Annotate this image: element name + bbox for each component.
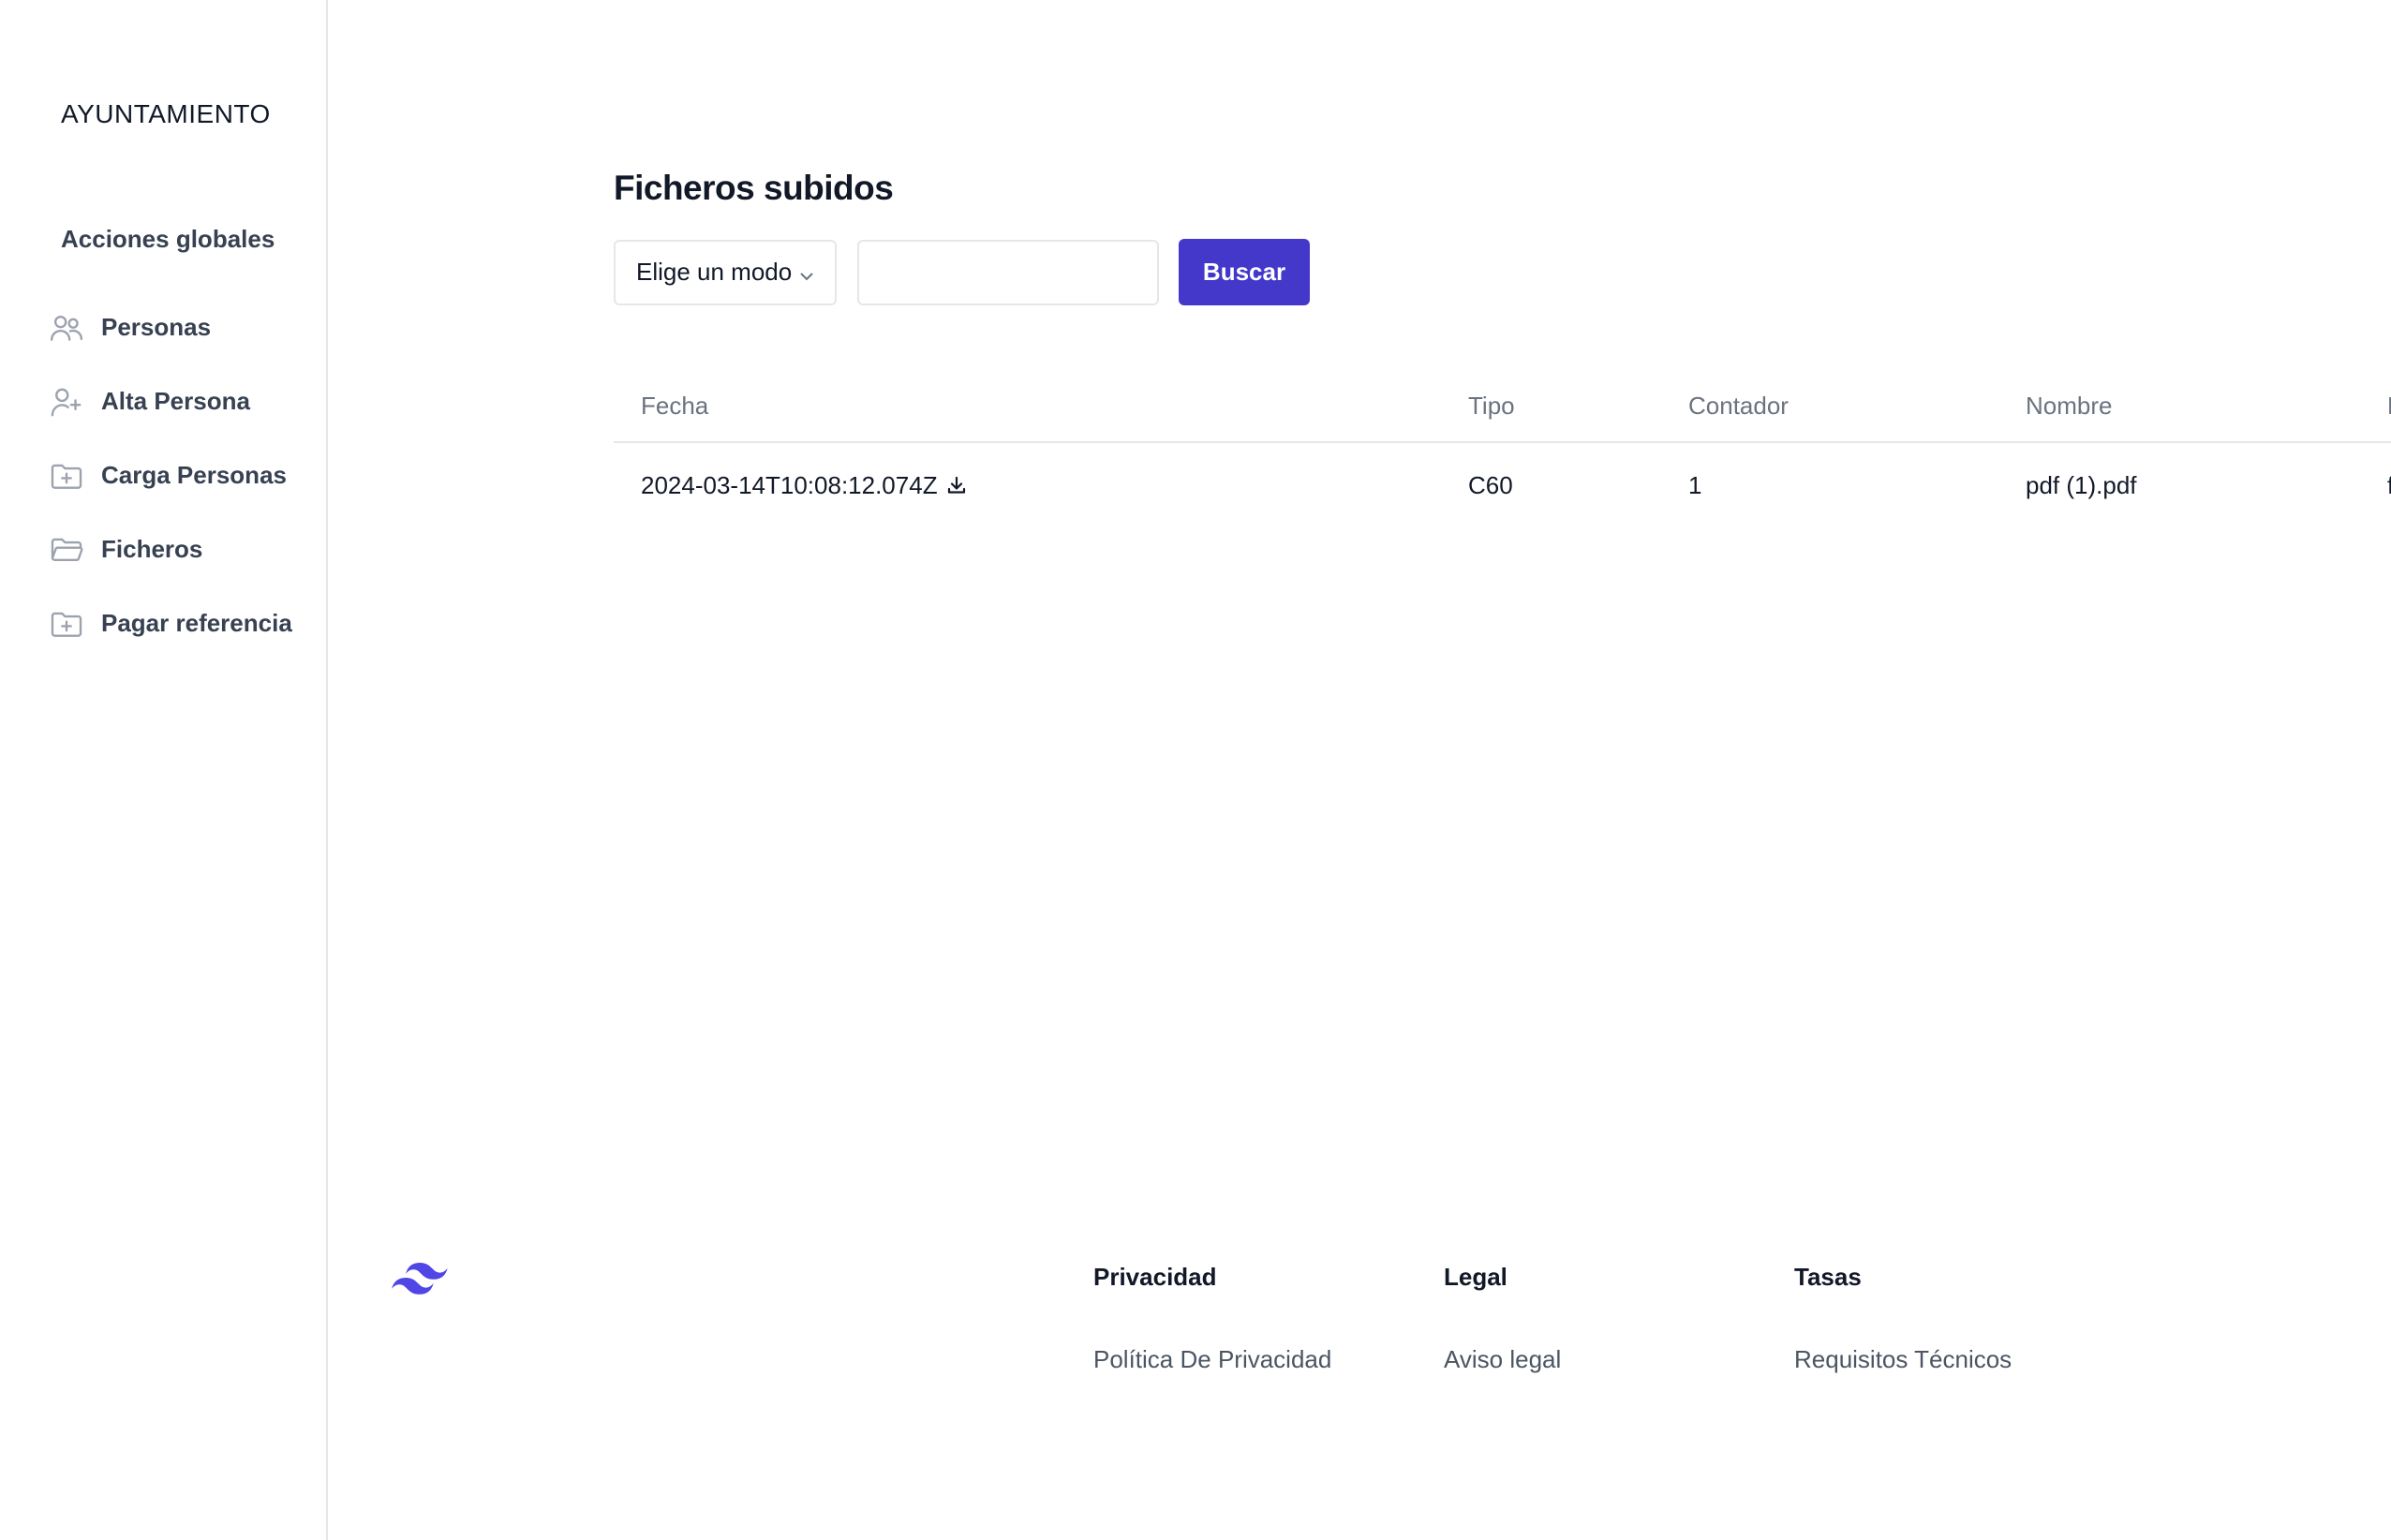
column-header-nombre[interactable]: Nombre: [2026, 370, 2112, 441]
search-toolbar: Elige un modo Buscar: [614, 239, 1310, 305]
footer-link-requisitos[interactable]: Requisitos Técnicos: [1794, 1345, 2012, 1374]
footer-link-privacidad[interactable]: Política De Privacidad: [1093, 1345, 1331, 1374]
sidebar-item-ficheros[interactable]: Ficheros: [47, 512, 292, 586]
footer-link-aviso-legal[interactable]: Aviso legal: [1444, 1345, 1561, 1374]
footer-heading: Privacidad: [1093, 1263, 1217, 1291]
sidebar-item-pagar-referencia[interactable]: Pagar referencia: [47, 586, 292, 660]
cell-tipo: C60: [1468, 470, 1513, 499]
sidebar-item-alta-persona[interactable]: Alta Persona: [47, 364, 292, 438]
sidebar-item-label: Ficheros: [101, 535, 203, 563]
folder-plus-icon: [47, 456, 86, 496]
main-content: Ficheros subidos Elige un modo Buscar Fe…: [328, 0, 2391, 1540]
column-header-fecha[interactable]: Fecha: [641, 370, 708, 441]
chevron-down-icon: [797, 263, 816, 282]
mode-select-value: Elige un modo: [636, 258, 793, 286]
sidebar-item-label: Carga Personas: [101, 461, 287, 489]
footer-column-tasas: Tasas Requisitos Técnicos: [1794, 1263, 2012, 1374]
sidebar-item-carga-personas[interactable]: Carga Personas: [47, 438, 292, 512]
files-table: Fecha Tipo Contador Nombre F 2024-03-14T…: [614, 370, 2391, 527]
column-header-contador[interactable]: Contador: [1688, 370, 1789, 441]
cell-fecha: 2024-03-14T10:08:12.074Z: [641, 443, 968, 527]
sidebar-item-label: Personas: [101, 313, 212, 341]
mode-select[interactable]: Elige un modo: [614, 239, 837, 305]
sidebar-item-label: Alta Persona: [101, 387, 250, 415]
column-header-extra[interactable]: F: [2387, 370, 2391, 441]
sidebar: AYUNTAMIENTO Acciones globales Personas …: [0, 0, 328, 1540]
search-button[interactable]: Buscar: [1179, 239, 1310, 305]
brand-title: AYUNTAMIENTO: [61, 99, 271, 128]
download-icon[interactable]: [945, 474, 968, 496]
table-row: 2024-03-14T10:08:12.074Z C60 1 pdf (1).p…: [614, 443, 2391, 527]
folder-open-icon: [47, 530, 86, 570]
cell-contador: 1: [1688, 470, 1702, 499]
sidebar-item-label: Pagar referencia: [101, 609, 292, 637]
folder-plus-icon: [47, 604, 86, 644]
search-input[interactable]: [857, 239, 1159, 305]
table-header: Fecha Tipo Contador Nombre F: [614, 370, 2391, 443]
footer-column-privacidad: Privacidad Política De Privacidad: [1093, 1263, 1331, 1374]
sidebar-item-personas[interactable]: Personas: [47, 290, 292, 364]
column-header-tipo[interactable]: Tipo: [1468, 370, 1515, 441]
tailwind-logo-icon[interactable]: [392, 1261, 448, 1298]
cell-nombre: pdf (1).pdf: [2026, 470, 2137, 499]
section-title: Acciones globales: [61, 225, 275, 253]
cell-fecha-value: 2024-03-14T10:08:12.074Z: [641, 470, 938, 499]
footer-heading: Legal: [1444, 1263, 1507, 1291]
footer-heading: Tasas: [1794, 1263, 1862, 1291]
cell-extra: f: [2387, 470, 2391, 499]
footer-column-legal: Legal Aviso legal: [1444, 1263, 1561, 1374]
sidebar-nav: Personas Alta Persona Carga Personas Fic…: [47, 290, 292, 660]
users-icon: [47, 308, 86, 348]
user-plus-icon: [47, 382, 86, 422]
page-title: Ficheros subidos: [614, 169, 894, 207]
